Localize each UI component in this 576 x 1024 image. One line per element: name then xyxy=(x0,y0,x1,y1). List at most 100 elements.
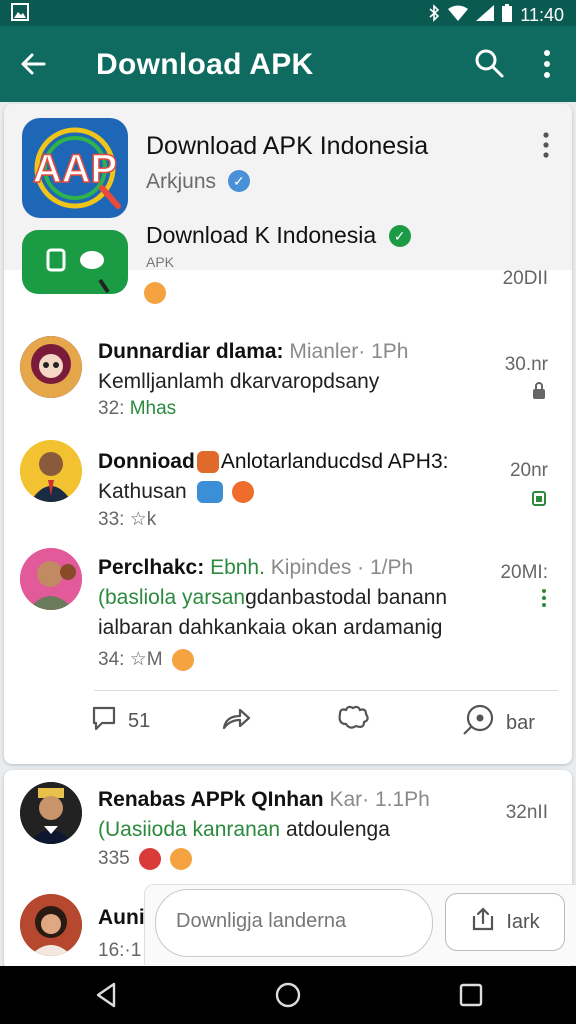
heart-emoji-icon xyxy=(138,848,161,870)
star-icon: ☆ xyxy=(129,649,147,670)
item-meta: Mianler· 1Ph xyxy=(283,340,409,363)
header-more-icon[interactable] xyxy=(540,130,552,160)
smile-emoji-icon xyxy=(170,848,193,870)
item-time: 20nr xyxy=(509,460,548,481)
extension-button[interactable] xyxy=(336,704,370,738)
comment-button[interactable]: 51 xyxy=(90,704,150,738)
location-label: bar xyxy=(506,711,535,734)
comment-count: 51 xyxy=(128,709,151,732)
upload-icon xyxy=(470,906,496,938)
item-author: Perclhakc: xyxy=(98,556,205,579)
nav-back-icon[interactable] xyxy=(92,980,122,1010)
header-subtitle-secondary: APK xyxy=(146,254,175,268)
item-time: 30.nr xyxy=(504,354,548,375)
item-tag: Ebnh. xyxy=(204,556,265,579)
upload-button-label: Iark xyxy=(506,910,540,933)
verified-icon: ✓ xyxy=(227,170,250,192)
app-logo-icon[interactable]: AAP xyxy=(22,118,128,218)
app-logo-secondary-icon[interactable] xyxy=(22,230,128,294)
item-stats: 32: Mhas xyxy=(98,398,176,420)
item-count: 335 xyxy=(98,848,130,870)
item-title: Perclhakc: Ebnh. Kipindes · 1/Ph xyxy=(98,556,413,580)
item-stats: 33: ☆k xyxy=(98,508,156,531)
item-count: 32: xyxy=(98,398,125,419)
item-text: Kathusan xyxy=(98,480,255,504)
more-vertical-icon[interactable] xyxy=(540,588,548,613)
location-icon xyxy=(462,704,496,742)
lock-green-icon xyxy=(532,488,546,511)
compose-input[interactable]: Downligja landerna xyxy=(155,889,433,957)
composer: Downligja landerna Iark xyxy=(144,884,576,965)
emoji-icon xyxy=(144,282,166,304)
page-title: Download APK xyxy=(96,48,314,81)
svg-text:AAP: AAP xyxy=(33,147,117,191)
item-stats: 34: ☆M xyxy=(98,648,194,671)
item-meta: Kar· 1.1Ph xyxy=(323,788,430,811)
item-text-highlight: (basliola yarsan xyxy=(98,586,246,609)
post-card: AAP Download APK Indonesia Arkjuns ✓ Dow… xyxy=(4,104,572,764)
item-text-line2: ialbaran dahkankaia okan ardamanig xyxy=(98,616,443,639)
food-emoji-icon xyxy=(196,451,219,474)
item-title: Donnioad Anlotarlanducdsd APH3: xyxy=(98,450,448,474)
avatar xyxy=(20,894,82,956)
item-title: Dunnardiar dlama: Mianler· 1Ph xyxy=(98,340,408,364)
item-count: 34: xyxy=(98,649,125,670)
item-time: 32nII xyxy=(505,802,548,823)
smile-emoji-icon xyxy=(171,648,194,671)
header-title-secondary-text: Download K Indonesia xyxy=(146,222,377,248)
item-text-highlight: (Uasiioda kanranan xyxy=(98,818,281,841)
nav-recents-icon[interactable] xyxy=(456,980,486,1010)
avatar xyxy=(20,336,82,398)
partial-timestamp: 20DII xyxy=(502,268,548,289)
puzzle-icon xyxy=(336,704,370,738)
item-author: Auni xyxy=(98,906,145,929)
header-subtitle: Arkjuns ✓ xyxy=(146,170,250,194)
item-text: (Uasiioda kanranan atdoulenga xyxy=(98,818,390,842)
item-author: Renabas APPk QInhan xyxy=(98,788,324,811)
avatar xyxy=(20,782,82,844)
verified-green-icon: ✓ xyxy=(388,225,411,247)
divider xyxy=(94,690,558,691)
item-author: Dunnardiar dlama: xyxy=(98,340,284,363)
item-text-content: gdanbastodal banann xyxy=(245,586,448,609)
item-headline: Anlotarlanducdsd APH3: xyxy=(220,450,449,473)
item-time: 20MI: xyxy=(500,562,548,583)
item-stats: 16:·1 xyxy=(98,940,142,961)
angry-emoji-icon xyxy=(232,481,255,504)
chat-emoji-icon xyxy=(196,481,223,504)
item-tag: Mhas xyxy=(124,398,177,419)
overflow-menu-icon[interactable] xyxy=(538,46,556,82)
item-title: Renabas APPk QInhan Kar· 1.1Ph xyxy=(98,788,430,812)
battery-icon xyxy=(502,4,513,27)
search-icon[interactable] xyxy=(472,46,506,80)
item-meta: Kipindes · 1/Ph xyxy=(264,556,414,579)
compose-placeholder: Downligja landerna xyxy=(176,910,347,932)
item-count: 33: xyxy=(98,509,125,530)
clock-time: 11:40 xyxy=(520,5,564,25)
comment-icon xyxy=(90,704,118,738)
item-text: (basliola yarsangdanbastodal banann xyxy=(98,586,447,610)
item-text-content: Kathusan xyxy=(98,480,187,503)
upload-button[interactable]: Iark xyxy=(445,893,565,951)
avatar xyxy=(20,440,82,502)
lock-icon xyxy=(532,382,546,405)
share-button[interactable] xyxy=(220,704,252,738)
system-nav-bar xyxy=(0,966,576,1024)
header-author: Arkjuns xyxy=(146,170,217,193)
location-button[interactable]: bar xyxy=(462,704,535,742)
nav-home-icon[interactable] xyxy=(273,980,303,1010)
item-tag: M xyxy=(146,649,163,670)
back-arrow-icon[interactable] xyxy=(18,48,50,80)
app-bar: Download APK xyxy=(0,26,576,102)
item-text: Kemlljanlamh dkarvaropdsany xyxy=(98,370,380,393)
item-text-content: atdoulenga xyxy=(280,818,390,841)
status-bar: 11:40 xyxy=(0,0,576,26)
action-bar: 51 bar xyxy=(4,698,572,748)
star-icon: ☆ xyxy=(129,509,147,530)
share-icon xyxy=(220,704,252,738)
wifi-icon xyxy=(448,5,469,26)
item-title: Auni xyxy=(98,906,145,930)
avatar xyxy=(20,548,82,610)
signal-icon xyxy=(476,5,495,26)
item-tag: k xyxy=(146,509,157,530)
